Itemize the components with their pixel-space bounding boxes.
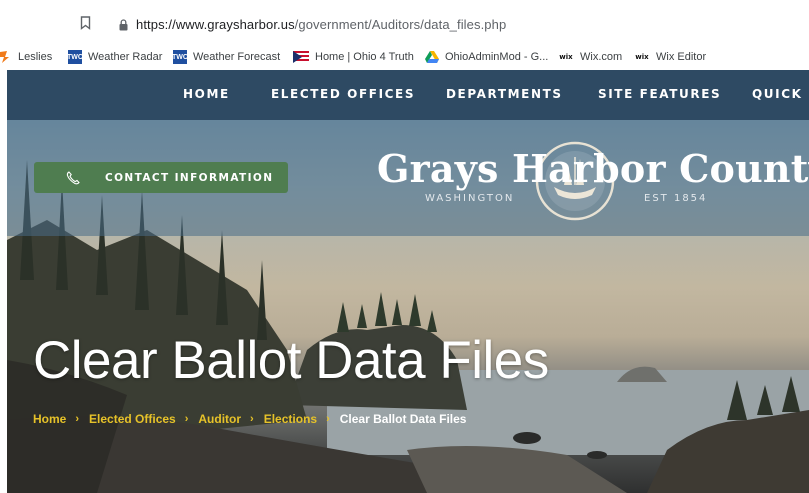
hero-banner: CONTACT INFORMATION Grays Harbor County … <box>7 120 809 493</box>
bookmark-label: Weather Radar <box>88 51 163 63</box>
url-host: https://www.graysharbor.us <box>136 17 295 32</box>
contact-information-button[interactable]: CONTACT INFORMATION <box>34 162 288 193</box>
bookmark-weather-forecast[interactable]: TWC Weather Forecast <box>172 49 281 65</box>
breadcrumb-auditor[interactable]: Auditor <box>198 412 241 426</box>
url-field[interactable]: https://www.graysharbor.us/government/Au… <box>136 17 506 32</box>
main-nav: HOME ELECTED OFFICES DEPARTMENTS SITE FE… <box>7 70 809 120</box>
breadcrumb-elected-offices[interactable]: Elected Offices <box>89 412 176 426</box>
page-title: Clear Ballot Data Files <box>33 331 549 390</box>
address-bar: https://www.graysharbor.us/government/Au… <box>0 0 809 44</box>
site-subtitle-state: WASHINGTON <box>425 193 515 204</box>
nav-site-features[interactable]: SITE FEATURES <box>598 87 721 101</box>
nav-quick-links[interactable]: QUICK L <box>752 87 809 101</box>
contact-label: CONTACT INFORMATION <box>105 171 274 184</box>
bookmarks-bar: Leslies TWC Weather Radar TWC Weather Fo… <box>0 44 809 70</box>
breadcrumb-separator: › <box>326 413 330 425</box>
wix-favicon: wix <box>635 53 649 61</box>
bookmark-label: Home | Ohio 4 Truth <box>315 51 414 63</box>
site-subtitle-established: EST 1854 <box>644 193 708 204</box>
google-drive-favicon <box>425 50 439 64</box>
breadcrumb-home[interactable]: Home <box>33 412 66 426</box>
bookmark-leslies[interactable]: Leslies <box>0 49 52 65</box>
bookmark-ohioadminmod[interactable]: OhioAdminMod - G... <box>425 49 548 65</box>
bookmark-icon[interactable] <box>80 16 91 30</box>
url-path: /government/Auditors/data_files.php <box>294 17 507 32</box>
breadcrumb-current: Clear Ballot Data Files <box>339 412 467 426</box>
lock-icon[interactable] <box>119 19 128 31</box>
nav-home[interactable]: HOME <box>183 87 230 101</box>
bookmark-wix-editor[interactable]: wix Wix Editor <box>634 49 706 65</box>
bookmark-label: Leslies <box>18 51 53 63</box>
nav-elected-offices[interactable]: ELECTED OFFICES <box>271 87 415 101</box>
breadcrumb: Home › Elected Offices › Auditor › Elect… <box>33 412 466 426</box>
flag-favicon <box>293 50 309 64</box>
phone-icon <box>66 170 80 184</box>
bookmark-wix-com[interactable]: wix Wix.com <box>558 49 622 65</box>
weather-favicon: TWC <box>172 50 188 64</box>
site-title[interactable]: Grays Harbor County <box>377 146 809 191</box>
bookmark-label: Wix.com <box>580 51 623 63</box>
bookmark-ohio-4-truth[interactable]: Home | Ohio 4 Truth <box>293 49 414 65</box>
bookmark-label: Weather Forecast <box>193 51 281 63</box>
breadcrumb-separator: › <box>184 413 189 425</box>
breadcrumb-separator: › <box>250 413 254 425</box>
bookmark-weather-radar[interactable]: TWC Weather Radar <box>67 49 163 65</box>
wix-favicon: wix <box>559 53 573 61</box>
breadcrumb-separator: › <box>75 413 80 425</box>
weather-favicon: TWC <box>67 50 83 64</box>
breadcrumb-elections[interactable]: Elections <box>264 412 317 426</box>
bookmark-label: OhioAdminMod - G... <box>445 51 549 63</box>
leslies-favicon <box>0 50 10 64</box>
bookmark-label: Wix Editor <box>656 51 707 63</box>
nav-departments[interactable]: DEPARTMENTS <box>446 87 563 101</box>
